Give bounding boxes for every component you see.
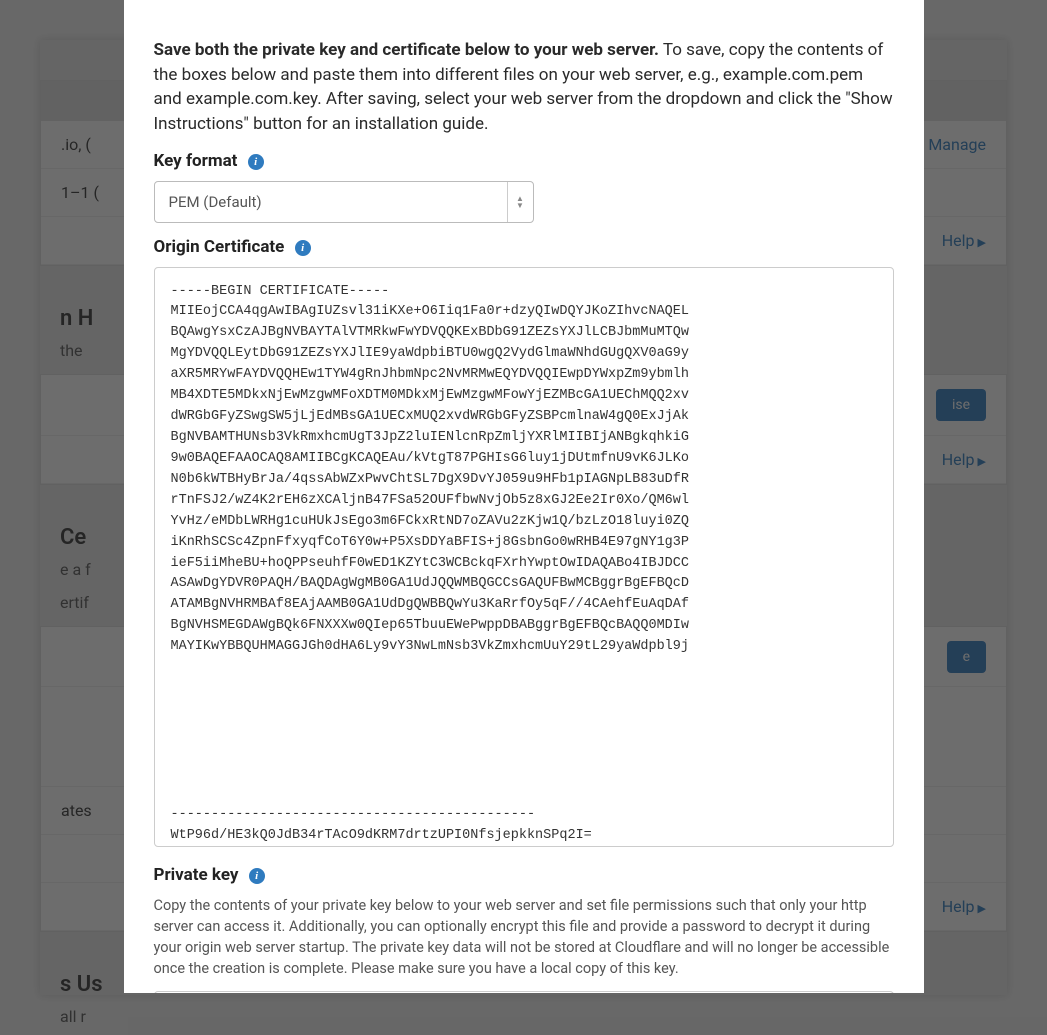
private-key-label: Private key i: [154, 865, 894, 885]
private-key-description: Copy the contents of your private key be…: [154, 895, 894, 979]
key-format-select[interactable]: PEM (Default) ▲▼: [154, 181, 534, 223]
modal-intro: Save both the private key and certificat…: [154, 38, 894, 137]
origin-certificate-textarea[interactable]: [154, 267, 894, 847]
modal-intro-bold: Save both the private key and certificat…: [154, 40, 660, 60]
info-icon[interactable]: i: [249, 868, 265, 884]
key-format-label: Key format i: [154, 151, 894, 171]
modal-overlay: Save both the private key and certificat…: [0, 0, 1047, 1035]
select-caret-icon: ▲▼: [507, 182, 533, 222]
private-key-textarea[interactable]: -----BEGIN PRIVATE KEY-----: [154, 991, 894, 993]
key-format-value: PEM (Default): [155, 182, 507, 222]
info-icon[interactable]: i: [248, 154, 264, 170]
origin-certificate-label: Origin Certificate i: [154, 237, 894, 257]
info-icon[interactable]: i: [295, 240, 311, 256]
origin-certificate-modal: Save both the private key and certificat…: [124, 0, 924, 993]
